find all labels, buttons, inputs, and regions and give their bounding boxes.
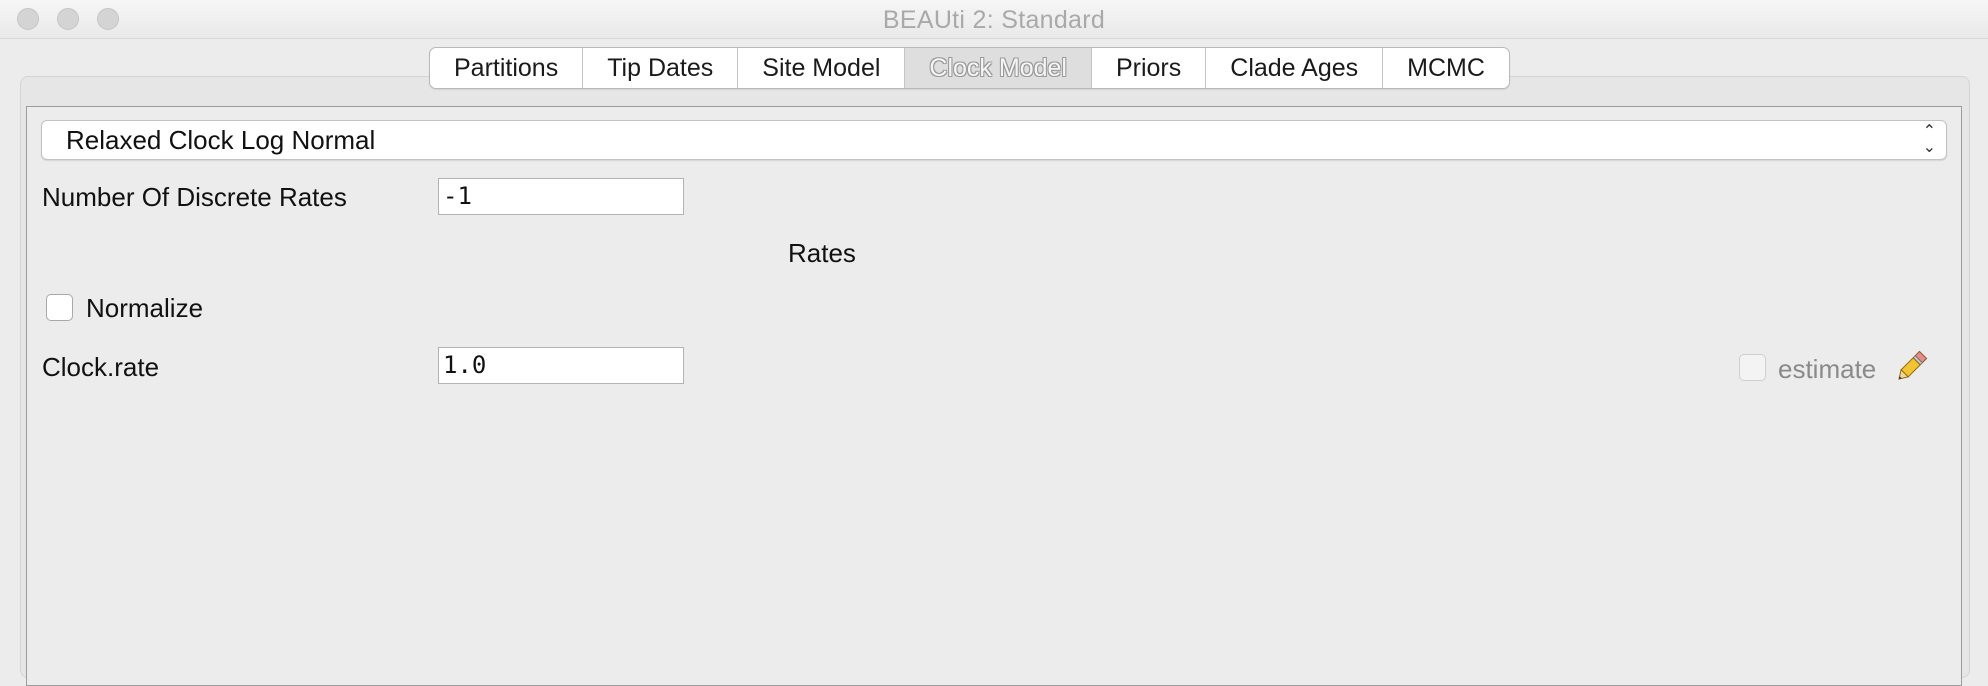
rates-heading: Rates — [788, 238, 856, 268]
clock-rate-label: Clock.rate — [42, 352, 160, 382]
estimate-checkbox[interactable] — [1739, 354, 1766, 381]
discrete-rates-label: Number Of Discrete Rates — [42, 182, 347, 212]
clock-model-select[interactable]: Relaxed Clock Log Normal ⌃ ⌄ — [41, 120, 1947, 160]
title-bar: BEAUti 2: Standard — [0, 0, 1988, 39]
clock-rate-input[interactable]: 1.0 — [438, 347, 684, 384]
tab-priors[interactable]: Priors — [1092, 48, 1207, 88]
tab-tip-dates[interactable]: Tip Dates — [583, 48, 739, 88]
clock-model-selected-value: Relaxed Clock Log Normal — [66, 125, 376, 155]
normalize-label: Normalize — [86, 293, 204, 323]
tab-partitions[interactable]: Partitions — [430, 48, 584, 88]
tab-clock-model[interactable]: Clock Model — [905, 48, 1092, 88]
tab-bar: Partitions Tip Dates Site Model Clock Mo… — [429, 47, 1510, 89]
estimate-label: estimate — [1778, 354, 1877, 384]
window-title: BEAUti 2: Standard — [882, 6, 1106, 34]
tab-mcmc[interactable]: MCMC — [1383, 48, 1509, 88]
tab-site-model[interactable]: Site Model — [738, 48, 906, 88]
pencil-icon[interactable] — [1894, 350, 1928, 384]
chevron-updown-icon: ⌃ ⌄ — [1922, 123, 1936, 156]
tab-clade-ages[interactable]: Clade Ages — [1206, 48, 1384, 88]
discrete-rates-input[interactable]: -1 — [438, 178, 684, 215]
normalize-checkbox[interactable] — [46, 294, 73, 321]
